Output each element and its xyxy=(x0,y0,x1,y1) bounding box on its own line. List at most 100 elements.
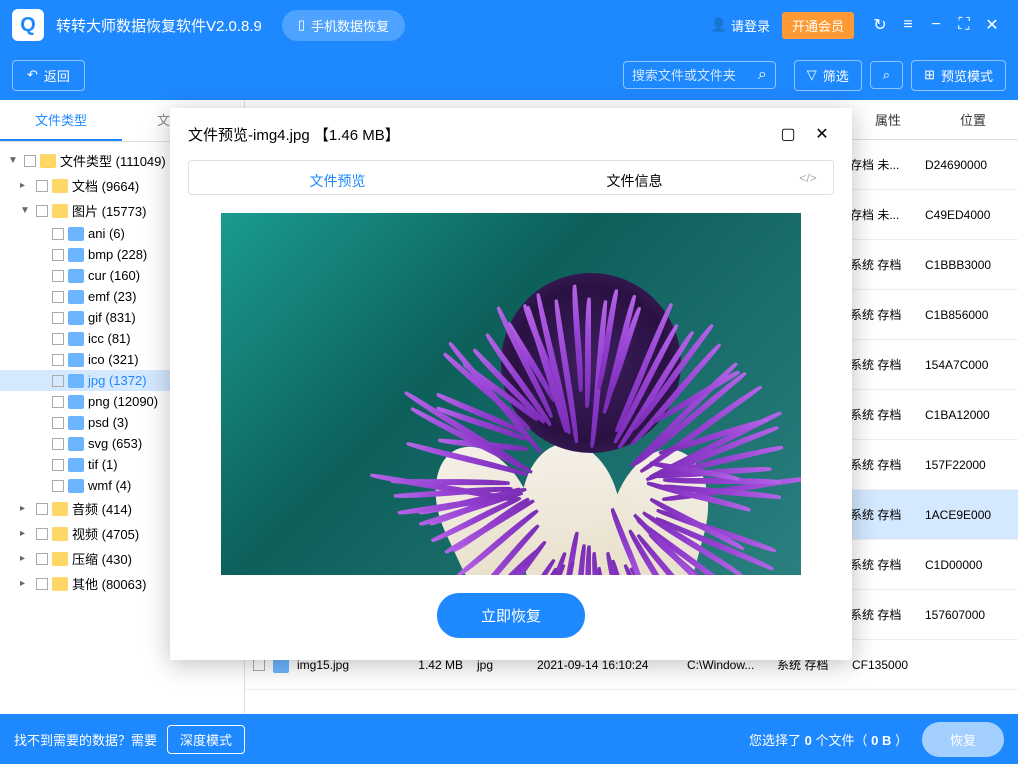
tree-checkbox[interactable] xyxy=(52,438,64,450)
tree-checkbox[interactable] xyxy=(52,333,64,345)
tree-checkbox[interactable] xyxy=(52,228,64,240)
search-icon[interactable]: ⌕ xyxy=(758,66,767,84)
inspect-button[interactable]: ⌕ xyxy=(870,61,903,89)
file-type-icon xyxy=(68,479,84,493)
tree-checkbox[interactable] xyxy=(52,417,64,429)
tree-label: 压缩 (430) xyxy=(72,549,132,568)
file-type-icon xyxy=(68,311,84,325)
modal-close-icon[interactable]: ✕ xyxy=(810,122,834,146)
cell-pos: C1D00000 xyxy=(925,558,1010,572)
tree-label: psd (3) xyxy=(88,415,128,430)
cell-pos: C1BBB3000 xyxy=(925,258,1010,272)
modal-tab-info[interactable]: 文件信息 xyxy=(486,161,783,194)
cell-attr: 系统 存档 xyxy=(850,456,925,473)
file-type-icon xyxy=(68,227,84,241)
not-found-text: 找不到需要的数据？需要 xyxy=(14,730,157,749)
tree-checkbox[interactable] xyxy=(52,480,64,492)
maximize-icon[interactable]: ⛶ xyxy=(950,11,978,39)
tree-checkbox[interactable] xyxy=(52,375,64,387)
user-icon: 👤 xyxy=(711,17,727,33)
preview-modal: 文件预览-img4.jpg 【1.46 MB】 ▢ ✕ 文件预览 文件信息 </… xyxy=(170,108,852,660)
selection-summary: 您选择了 0 个文件（ 0 B ） xyxy=(749,730,908,749)
recover-button[interactable]: 恢复 xyxy=(922,722,1004,757)
tree-toggle-icon[interactable]: ▼ xyxy=(8,155,20,166)
tree-label: 文件类型 (111049) xyxy=(60,151,166,170)
tree-toggle-icon[interactable]: ▸ xyxy=(20,578,32,589)
modal-maximize-icon[interactable]: ▢ xyxy=(776,122,800,146)
folder-icon xyxy=(52,179,68,193)
restore-now-button[interactable]: 立即恢复 xyxy=(437,593,585,638)
tree-label: 其他 (80063) xyxy=(72,574,146,593)
tree-checkbox[interactable] xyxy=(24,155,36,167)
tree-checkbox[interactable] xyxy=(52,459,64,471)
col-attr[interactable]: 属性 xyxy=(848,100,928,139)
cell-pos: C49ED4000 xyxy=(925,208,1010,222)
close-icon[interactable]: ✕ xyxy=(978,11,1006,39)
cell-attr: 系统 存档 xyxy=(850,406,925,423)
cell-attr: 系统 存档 xyxy=(850,556,925,573)
inspect-icon: ⌕ xyxy=(883,67,890,83)
phone-icon: ▯ xyxy=(298,17,305,33)
app-logo: Q xyxy=(12,9,44,41)
deep-mode-button[interactable]: 深度模式 xyxy=(167,725,245,754)
tree-checkbox[interactable] xyxy=(52,396,64,408)
grid-icon: ⊞ xyxy=(924,67,935,83)
tree-checkbox[interactable] xyxy=(36,528,48,540)
modal-tab-preview[interactable]: 文件预览 xyxy=(189,161,486,194)
file-type-icon xyxy=(68,395,84,409)
preview-mode-button[interactable]: ⊞ 预览模式 xyxy=(911,60,1006,91)
file-type-icon xyxy=(68,458,84,472)
modal-tab-code[interactable]: </> xyxy=(783,161,833,194)
file-type-icon xyxy=(68,437,84,451)
login-link[interactable]: 👤 请登录 xyxy=(711,16,770,35)
file-type-icon xyxy=(68,290,84,304)
tree-checkbox[interactable] xyxy=(36,553,48,565)
cell-attr: 存档 未... xyxy=(850,206,925,223)
back-arrow-icon: ↶ xyxy=(27,67,38,83)
tree-checkbox[interactable] xyxy=(36,503,48,515)
cell-attr: 系统 存档 xyxy=(850,606,925,623)
tab-file-type[interactable]: 文件类型 xyxy=(0,100,122,141)
minimize-icon[interactable]: − xyxy=(922,11,950,39)
cell-attr: 系统 存档 xyxy=(850,256,925,273)
tree-label: tif (1) xyxy=(88,457,118,472)
titlebar: Q 转转大师数据恢复软件V2.0.8.9 ▯ 手机数据恢复 👤 请登录 开通会员… xyxy=(0,0,1018,50)
folder-icon xyxy=(52,527,68,541)
back-button[interactable]: ↶ 返回 xyxy=(12,60,85,91)
phone-recovery-button[interactable]: ▯ 手机数据恢复 xyxy=(282,10,405,41)
search-box[interactable]: ⌕ xyxy=(623,61,776,89)
modal-title: 文件预览-img4.jpg 【1.46 MB】 xyxy=(188,124,766,145)
row-checkbox[interactable] xyxy=(253,659,265,671)
preview-area xyxy=(188,213,834,575)
tree-checkbox[interactable] xyxy=(52,249,64,261)
refresh-icon[interactable]: ↻ xyxy=(866,11,894,39)
tree-checkbox[interactable] xyxy=(52,270,64,282)
tree-checkbox[interactable] xyxy=(52,354,64,366)
tree-checkbox[interactable] xyxy=(36,205,48,217)
tree-toggle-icon[interactable]: ▸ xyxy=(20,553,32,564)
tree-label: png (12090) xyxy=(88,394,158,409)
menu-icon[interactable]: ≡ xyxy=(894,11,922,39)
tree-toggle-icon[interactable]: ▼ xyxy=(20,205,32,216)
folder-icon xyxy=(52,204,68,218)
folder-icon xyxy=(40,154,56,168)
vip-button[interactable]: 开通会员 xyxy=(782,12,854,39)
cell-attr: 存档 未... xyxy=(850,156,925,173)
tree-label: cur (160) xyxy=(88,268,140,283)
tree-toggle-icon[interactable]: ▸ xyxy=(20,180,32,191)
tree-toggle-icon[interactable]: ▸ xyxy=(20,528,32,539)
folder-icon xyxy=(52,502,68,516)
tree-checkbox[interactable] xyxy=(52,291,64,303)
preview-image xyxy=(221,213,801,575)
tree-checkbox[interactable] xyxy=(52,312,64,324)
col-pos[interactable]: 位置 xyxy=(928,100,1018,139)
tree-checkbox[interactable] xyxy=(36,578,48,590)
cell-pos: 1ACE9E000 xyxy=(925,508,1010,522)
tree-checkbox[interactable] xyxy=(36,180,48,192)
filter-button[interactable]: ▽ 筛选 xyxy=(794,60,862,91)
tree-toggle-icon[interactable]: ▸ xyxy=(20,503,32,514)
search-input[interactable] xyxy=(632,68,752,83)
tree-label: wmf (4) xyxy=(88,478,131,493)
cell-pos: 157607000 xyxy=(925,608,1010,622)
cell-pos: 154A7C000 xyxy=(925,358,1010,372)
